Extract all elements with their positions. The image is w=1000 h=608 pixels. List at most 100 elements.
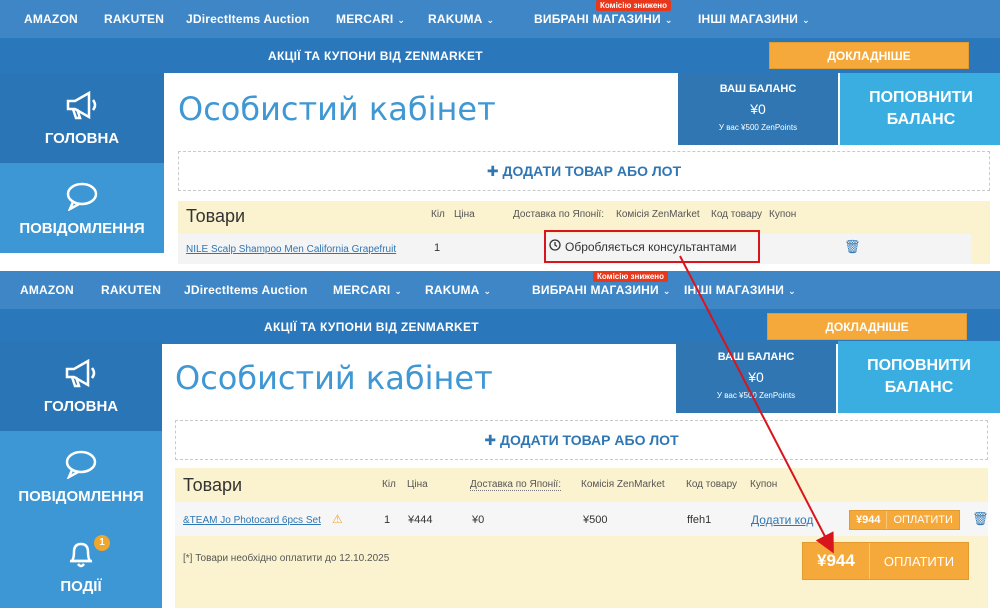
balance-points: У вас ¥500 ZenPoints <box>718 123 798 132</box>
goods-title: Товари <box>186 206 246 226</box>
balance-points: У вас ¥500 ZenPoints <box>716 391 796 400</box>
processing-status: Обробляється консультантами <box>549 239 736 254</box>
page-title: Особистий кабінет <box>175 359 493 397</box>
bell-icon <box>0 539 162 571</box>
sidebar-item-messages[interactable]: ПОВІДОМЛЕННЯ <box>0 431 162 521</box>
nav-selected-shops[interactable]: ВИБРАНІ МАГАЗИНИ ⌄ <box>532 283 671 297</box>
speech-bubble-icon <box>0 449 162 479</box>
row-qty: 1 <box>384 514 391 526</box>
page-title: Особистий кабінет <box>178 90 496 128</box>
sidebar: ГОЛОВНА ПОВІДОМЛЕННЯ <box>0 73 164 253</box>
col-code: Код товару <box>711 209 763 220</box>
nav-other-shops[interactable]: ІНШІ МАГАЗИНИ ⌄ <box>698 12 810 26</box>
col-shipping[interactable]: Доставка по Японії: <box>513 209 604 220</box>
megaphone-icon <box>0 359 162 389</box>
row-pay-button[interactable]: ¥944 ОПЛАТИТИ <box>849 510 960 530</box>
add-item-button[interactable]: ✚ ДОДАТИ ТОВАР АБО ЛОТ <box>178 151 990 191</box>
product-link[interactable]: &TEAM Jo Photocard 6pcs Set <box>183 514 321 526</box>
row-code: ffeh1 <box>687 514 712 526</box>
nav-mercari[interactable]: MERCARI ⌄ <box>336 12 405 26</box>
nav-mercari[interactable]: MERCARI ⌄ <box>333 283 402 297</box>
col-price: Ціна <box>407 479 428 490</box>
sidebar-home-label: ГОЛОВНА <box>43 398 119 415</box>
chevron-down-icon: ⌄ <box>662 286 671 296</box>
trash-icon[interactable]: 🗑 <box>972 511 989 527</box>
commission-badge: Комісію знижено <box>596 0 671 11</box>
nav-rakuma[interactable]: RAKUMA ⌄ <box>425 283 491 297</box>
balance-box: ВАШ БАЛАНС ¥0 У вас ¥500 ZenPoints <box>678 73 838 145</box>
nav-jdirectitems[interactable]: JDirectItems Auction <box>186 12 310 26</box>
promo-bar: АКЦІЇ ТА КУПОНИ ВІД ZENMARKET ДОКЛАДНІШЕ <box>0 309 1000 344</box>
total-pay-label: ОПЛАТИТИ <box>883 553 955 569</box>
balance-value: ¥0 <box>748 369 764 385</box>
topup-balance-button[interactable]: ПОПОВНИТИ БАЛАНС <box>840 73 1000 145</box>
chevron-down-icon: ⌄ <box>664 15 673 25</box>
balance-label: ВАШ БАЛАНС <box>717 351 795 363</box>
promo-details-button[interactable]: ДОКЛАДНІШЕ <box>767 313 967 340</box>
promo-bar: АКЦІЇ ТА КУПОНИ ВІД ZENMARKET ДОКЛАДНІШЕ <box>0 38 1000 73</box>
total-pay-button[interactable]: ¥944 ОПЛАТИТИ <box>802 542 970 580</box>
chevron-down-icon: ⌄ <box>802 15 810 25</box>
nav-amazon[interactable]: AMAZON <box>24 12 78 26</box>
chevron-down-icon: ⌄ <box>486 15 495 25</box>
events-count-badge: 1 <box>94 535 110 551</box>
balance-box: ВАШ БАЛАНС ¥0 У вас ¥500 ZenPoints <box>676 341 836 413</box>
balance-label: ВАШ БАЛАНС <box>719 83 797 95</box>
col-qty: Кіл <box>382 479 396 490</box>
col-qty: Кіл <box>431 209 445 220</box>
row-pay-label: ОПЛАТИТИ <box>893 514 953 526</box>
sidebar: ГОЛОВНА ПОВІДОМЛЕННЯ 1 ПОДІЇ <box>0 341 164 608</box>
total-pay-amount: ¥944 <box>803 543 870 579</box>
row-commission: ¥500 <box>583 514 608 526</box>
nav-rakuten[interactable]: RAKUTEN <box>104 12 164 26</box>
row-qty: 1 <box>434 242 441 254</box>
payment-deadline-note: [*] Товари необхідно оплатити до 12.10.2… <box>183 553 390 564</box>
trash-icon[interactable]: 🗑 <box>844 239 861 255</box>
add-item-button[interactable]: ✚ ДОДАТИ ТОВАР АБО ЛОТ <box>175 420 988 460</box>
add-item-label: ДОДАТИ ТОВАР АБО ЛОТ <box>502 163 682 179</box>
processing-status-label: Обробляється консультантами <box>565 239 737 254</box>
goods-title: Товари <box>183 475 243 495</box>
row-shipping: ¥0 <box>472 514 485 526</box>
product-link[interactable]: NILE Scalp Shampoo Men California Grapef… <box>186 243 396 255</box>
add-item-label: ДОДАТИ ТОВАР АБО ЛОТ <box>499 432 679 448</box>
nav-jdirectitems[interactable]: JDirectItems Auction <box>184 283 308 297</box>
screenshot-before: AMAZON RAKUTEN JDirectItems Auction MERC… <box>0 0 1000 264</box>
sidebar-messages-label: ПОВІДОМЛЕННЯ <box>18 488 144 505</box>
nav-other-shops[interactable]: ІНШІ МАГАЗИНИ ⌄ <box>684 283 796 297</box>
nav-rakuma[interactable]: RAKUMA ⌄ <box>428 12 494 26</box>
nav-selected-shops[interactable]: ВИБРАНІ МАГАЗИНИ ⌄ <box>534 12 673 26</box>
speech-bubble-icon <box>0 181 164 211</box>
col-shipping[interactable]: Доставка по Японії: <box>470 479 561 491</box>
add-coupon-link[interactable]: Додати код <box>751 513 813 527</box>
sidebar-item-home[interactable]: ГОЛОВНА <box>0 341 162 431</box>
chevron-down-icon: ⌄ <box>397 15 406 25</box>
plus-icon: ✚ <box>484 432 500 448</box>
promo-text: АКЦІЇ ТА КУПОНИ ВІД ZENMARKET <box>264 320 479 334</box>
promo-details-button[interactable]: ДОКЛАДНІШЕ <box>769 42 969 69</box>
sidebar-item-events[interactable]: 1 ПОДІЇ <box>0 521 162 608</box>
sidebar-home-label: ГОЛОВНА <box>44 130 120 147</box>
top-nav: AMAZON RAKUTEN JDirectItems Auction MERC… <box>0 0 1000 38</box>
sidebar-item-messages[interactable]: ПОВІДОМЛЕННЯ <box>0 163 164 253</box>
nav-rakuten[interactable]: RAKUTEN <box>101 283 161 297</box>
sidebar-item-home[interactable]: ГОЛОВНА <box>0 73 164 163</box>
screenshot-after: AMAZON RAKUTEN JDirectItems Auction MERC… <box>0 268 1000 608</box>
col-code: Код товару <box>686 479 738 490</box>
chevron-down-icon: ⌄ <box>483 286 492 296</box>
col-coupon: Купон <box>750 479 778 490</box>
top-nav: AMAZON RAKUTEN JDirectItems Auction MERC… <box>0 271 1000 309</box>
nav-amazon[interactable]: AMAZON <box>20 283 74 297</box>
col-commission: Комісія ZenMarket <box>581 479 665 490</box>
sidebar-events-label: ПОДІЇ <box>60 578 102 595</box>
warning-icon[interactable]: ⚠ <box>332 512 343 526</box>
promo-text: АКЦІЇ ТА КУПОНИ ВІД ZENMARKET <box>268 49 483 63</box>
col-coupon: Купон <box>769 209 797 220</box>
goods-panel: Товари Кіл Ціна Доставка по Японії: Комі… <box>175 468 989 608</box>
topup-balance-button[interactable]: ПОПОВНИТИ БАЛАНС <box>838 341 1000 413</box>
clock-icon <box>549 239 561 254</box>
row-price: ¥444 <box>408 514 433 526</box>
plus-icon: ✚ <box>486 163 503 179</box>
chevron-down-icon: ⌄ <box>394 286 403 296</box>
row-pay-amount: ¥944 <box>850 511 888 529</box>
